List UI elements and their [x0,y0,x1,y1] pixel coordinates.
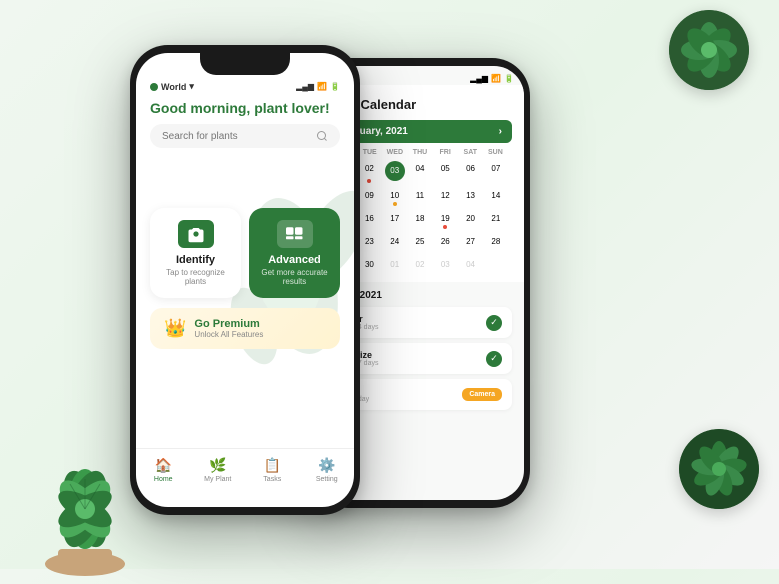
cal-cell[interactable]: 03 [433,254,457,276]
cal-cell[interactable]: 10 [383,185,407,207]
search-bar[interactable] [150,124,340,148]
cal-cell[interactable]: 07 [484,158,508,184]
cal-cell[interactable]: 30 [357,254,381,276]
home-icon: 🏠 [155,457,172,474]
signal-bars-icon: ▂▄▆ [296,82,314,91]
day-wed: WED [382,149,407,156]
cal-cell[interactable]: 01 [383,254,407,276]
search-icon [316,130,328,142]
plant-icon: 🌿 [209,457,226,474]
nav-plant-label: My Plant [204,476,231,483]
nav-my-plant[interactable]: 🌿 My Plant [191,457,246,483]
premium-subtitle: Unlock All Features [194,330,263,339]
premium-text: Go Premium Unlock All Features [194,318,263,339]
cal-cell[interactable]: 06 [458,158,482,184]
phone1-main: Good morning, plant lover! [136,96,354,495]
day-sun: SUN [483,149,508,156]
phone1: World ▾ ▂▄▆ 📶 🔋 Go [130,45,360,515]
phones-container: ▂▄▆ 📶 🔋 Care Calendar February, 2021 › M… [0,0,779,569]
cal-cell[interactable]: 12 [433,185,457,207]
cal-cell[interactable]: 02 [408,254,432,276]
location-indicator[interactable]: World ▾ [150,81,194,92]
day-fri: FRI [433,149,458,156]
premium-wrapper: 👑 Go Premium Unlock All Features [136,308,354,349]
cal-cell[interactable]: 02 [357,158,381,184]
camera-icon [178,220,214,248]
advanced-title: Advanced [259,254,330,266]
cal-cell[interactable]: 23 [357,231,381,253]
tasks-icon: 📋 [264,457,281,474]
action-cards: Identify Tap to recognize plants [136,208,354,298]
greeting-text: Good morning, plant lover! [150,100,340,116]
nav-tasks[interactable]: 📋 Tasks [245,457,300,483]
cal-cell[interactable]: 28 [484,231,508,253]
phone1-content: Good morning, plant lover! [136,96,354,148]
location-label: World [161,82,186,92]
settings-icon: ⚙️ [318,457,335,474]
advanced-icon [277,220,313,248]
cal-cell[interactable]: 21 [484,208,508,230]
cal-cell[interactable]: 13 [458,185,482,207]
cal-cell-today[interactable]: 03 [383,158,407,184]
advanced-card[interactable]: Advanced Get more accurate results [249,208,340,298]
crown-icon: 👑 [164,318,186,339]
cal-cell[interactable]: 14 [484,185,508,207]
nav-setting-label: Setting [316,476,338,483]
advanced-desc: Get more accurate results [259,268,330,286]
task-check-icon[interactable]: ✓ [486,315,502,331]
nav-home-label: Home [154,476,173,483]
identify-desc: Tap to recognize plants [160,268,231,286]
day-sat: SAT [458,149,483,156]
day-tue: TUE [357,149,382,156]
nav-tasks-label: Tasks [263,476,281,483]
premium-title: Go Premium [194,318,263,330]
task-check-icon[interactable]: ✓ [486,351,502,367]
calendar-next-icon[interactable]: › [499,126,502,137]
cal-cell[interactable]: 16 [357,208,381,230]
cal-cell[interactable]: 09 [357,185,381,207]
premium-banner[interactable]: 👑 Go Premium Unlock All Features [150,308,340,349]
status-icons: ▂▄▆ 📶 🔋 [296,82,340,91]
cal-cell[interactable]: 27 [458,231,482,253]
battery-level-icon: 🔋 [330,82,340,91]
task-camera-button[interactable]: Camera [462,388,502,401]
cal-cell[interactable]: 19 [433,208,457,230]
notch [200,53,290,75]
phone1-screen: World ▾ ▂▄▆ 📶 🔋 Go [136,53,354,507]
plant-bottom-right [679,429,759,509]
cal-cell[interactable]: 26 [433,231,457,253]
cal-cell[interactable] [484,254,508,276]
bottom-nav: 🏠 Home 🌿 My Plant 📋 Tasks ⚙️ Setting [136,448,354,495]
location-dot-icon [150,83,158,91]
cal-cell[interactable]: 20 [458,208,482,230]
plant-bottom-left [20,409,150,579]
plant-top-right [669,10,749,90]
cal-cell[interactable]: 04 [458,254,482,276]
wifi-signal-icon: 📶 [317,82,327,91]
chevron-down-icon: ▾ [189,81,194,92]
cal-cell[interactable]: 24 [383,231,407,253]
cards-row: Identify Tap to recognize plants [150,208,340,298]
cal-cell[interactable]: 25 [408,231,432,253]
cal-cell[interactable]: 11 [408,185,432,207]
identify-card[interactable]: Identify Tap to recognize plants [150,208,241,298]
cal-cell[interactable]: 17 [383,208,407,230]
wifi-icon: 📶 [491,74,501,83]
cal-cell[interactable]: 04 [408,158,432,184]
cal-cell[interactable]: 05 [433,158,457,184]
signal-icon: ▂▄▆ [470,74,488,83]
cal-cell[interactable]: 18 [408,208,432,230]
day-thu: THU [407,149,432,156]
search-input[interactable] [162,131,316,142]
identify-title: Identify [160,254,231,266]
battery-icon: 🔋 [504,74,514,83]
nav-setting[interactable]: ⚙️ Setting [300,457,355,483]
